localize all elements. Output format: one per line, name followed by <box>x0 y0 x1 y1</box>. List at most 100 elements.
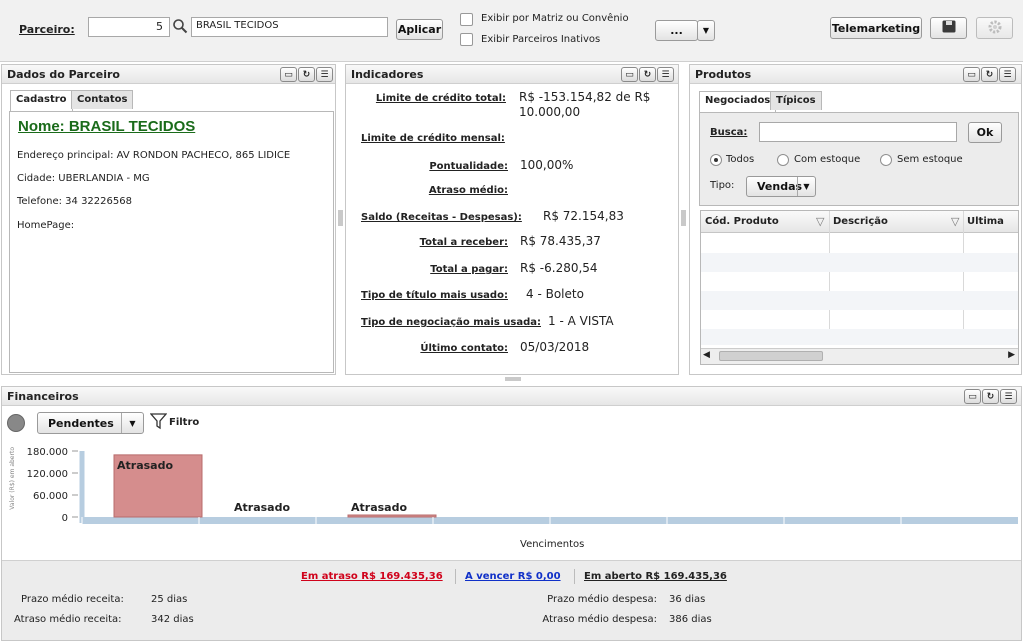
refresh-icon[interactable]: ↻ <box>981 67 998 82</box>
refresh-icon[interactable]: ↻ <box>298 67 315 82</box>
limite-total-value: R$ -153.154,82 de R$ 10.000,00 <box>519 90 651 119</box>
y-tick-label: 120.000 <box>27 469 68 480</box>
tab-cadastro[interactable]: Cadastro <box>10 90 73 111</box>
settings-button[interactable] <box>976 17 1013 39</box>
scroll-left-icon[interactable]: ◀ <box>703 350 710 360</box>
limite-mensal-label: Limite de crédito mensal: <box>361 133 505 144</box>
tipo-titulo-value: 4 - Boleto <box>526 287 584 301</box>
financeiros-summary: Em atraso R$ 169.435,36 A vencer R$ 0,00… <box>2 560 1021 640</box>
scrollbar-thumb[interactable] <box>719 351 823 361</box>
cidade: Cidade: UBERLANDIA - MG <box>17 173 150 184</box>
bar <box>347 514 437 518</box>
cadastro-content: Nome: BRASIL TECIDOS Endereço principal:… <box>9 111 334 373</box>
radio-sem-estoque-label: Sem estoque <box>897 154 963 165</box>
splitter-handle[interactable] <box>681 210 686 226</box>
busca-input[interactable] <box>759 122 957 142</box>
list-icon[interactable]: ☰ <box>999 67 1016 82</box>
tipo-label: Tipo: <box>710 180 735 191</box>
table-row <box>701 253 1018 272</box>
radio-sem-estoque[interactable] <box>880 154 892 166</box>
parceiro-name-input[interactable]: BRASIL TECIDOS <box>191 17 388 37</box>
parceiro-code-input[interactable]: 5 <box>88 17 170 37</box>
financeiros-chart: 180.000 120.000 60.000 0 Atrasado Atrasado Atr… <box>27 447 1018 524</box>
atraso-receita-label: Atraso médio receita: <box>14 614 122 625</box>
homepage: HomePage: <box>17 220 75 231</box>
horizontal-scrollbar[interactable]: ◀ ▶ <box>701 348 1018 364</box>
tipo-negociacao-label: Tipo de negociação mais usada: <box>361 317 541 328</box>
table-row <box>701 329 1018 345</box>
busca-label: Busca: <box>710 127 748 138</box>
tipo-select[interactable]: Vendas ▼ <box>746 176 816 197</box>
radio-todos[interactable] <box>710 154 722 166</box>
atraso-despesa-value: 386 dias <box>669 614 712 625</box>
minimize-icon[interactable]: ▭ <box>621 67 638 82</box>
aplicar-button[interactable]: Aplicar <box>396 19 443 40</box>
y-tick-label: 60.000 <box>33 491 68 502</box>
y-tick-label: 0 <box>62 513 68 524</box>
produtos-grid: Cód. Produto ▽ Descrição ▽ Ultima ◀ ▶ <box>700 210 1019 365</box>
pendentes-select[interactable]: Pendentes ▼ <box>37 412 144 434</box>
bar-data-label: Atrasado <box>234 501 290 514</box>
inativos-label: Exibir Parceiros Inativos <box>481 34 601 45</box>
pendentes-select-value: Pendentes <box>48 416 114 430</box>
scroll-right-icon[interactable]: ▶ <box>1008 350 1015 360</box>
total-receber-label: Total a receber: <box>419 237 508 248</box>
list-icon[interactable]: ☰ <box>1000 389 1017 404</box>
financeiros-panel: Financeiros ▭ ↻ ☰ Pendentes ▼ Filtro 180… <box>1 386 1022 641</box>
minimize-icon[interactable]: ▭ <box>964 389 981 404</box>
radio-todos-label: Todos <box>726 154 755 165</box>
chevron-down-icon: ▼ <box>702 26 710 35</box>
splitter-handle[interactable] <box>505 377 521 381</box>
prazo-receita-value: 25 dias <box>151 594 188 605</box>
ok-button[interactable]: Ok <box>968 122 1002 143</box>
a-vencer-link[interactable]: A vencer R$ 0,00 <box>465 571 561 582</box>
produtos-panel: Produtos ▭ ↻ ☰ Negociados Típicos Busca:… <box>689 64 1022 375</box>
nome-parceiro[interactable]: Nome: BRASIL TECIDOS <box>18 118 195 135</box>
y-tick-label: 180.000 <box>27 447 68 458</box>
tipo-negociacao-value: 1 - A VISTA <box>548 314 614 328</box>
matriz-checkbox[interactable] <box>460 13 473 26</box>
pontualidade-label: Pontualidade: <box>429 161 508 172</box>
prazo-despesa-label: Prazo médio despesa: <box>547 594 657 605</box>
tipo-titulo-label: Tipo de título mais usado: <box>361 290 508 301</box>
refresh-icon[interactable]: ↻ <box>639 67 656 82</box>
ultimo-contato-label: Último contato: <box>420 343 508 354</box>
refresh-icon[interactable]: ↻ <box>982 389 999 404</box>
save-button[interactable] <box>930 17 967 39</box>
radio-com-estoque[interactable] <box>777 154 789 166</box>
telefone: Telefone: 34 32226568 <box>17 196 132 207</box>
em-atraso-link[interactable]: Em atraso R$ 169.435,36 <box>301 571 443 582</box>
save-icon <box>942 20 956 36</box>
list-icon[interactable]: ☰ <box>316 67 333 82</box>
indicadores-panel: Indicadores ▭ ↻ ☰ Limite de crédito tota… <box>345 64 679 375</box>
toolbar: Parceiro: 5 BRASIL TECIDOS Aplicar Exibi… <box>0 0 1023 62</box>
tab-tipicos[interactable]: Típicos <box>770 91 822 110</box>
tab-contatos[interactable]: Contatos <box>71 90 134 109</box>
pontualidade-value: 100,00% <box>520 158 574 172</box>
em-aberto-link[interactable]: Em aberto R$ 169.435,36 <box>584 571 727 582</box>
atraso-medio-label: Atraso médio: <box>428 185 508 196</box>
search-icon[interactable] <box>172 18 188 37</box>
splitter-handle[interactable] <box>338 210 343 226</box>
telemarketing-button[interactable]: Telemarketing <box>830 17 922 39</box>
filtro-button[interactable]: Filtro <box>169 417 199 428</box>
chevron-down-icon: ▼ <box>121 413 143 433</box>
col-ultima[interactable]: Ultima <box>967 216 1004 227</box>
endereco: Endereço principal: AV RONDON PACHECO, 8… <box>17 150 291 161</box>
minimize-icon[interactable]: ▭ <box>963 67 980 82</box>
tab-negociados[interactable]: Negociados <box>699 91 777 112</box>
more-dropdown-button[interactable]: ▼ <box>697 20 715 41</box>
inativos-checkbox[interactable] <box>460 33 473 46</box>
saldo-value: R$ 72.154,83 <box>543 209 624 223</box>
atraso-despesa-label: Atraso médio despesa: <box>542 614 657 625</box>
limite-total-label: Limite de crédito total: <box>375 93 506 104</box>
total-pagar-value: R$ -6.280,54 <box>520 261 598 275</box>
ultimo-contato-value: 05/03/2018 <box>520 340 590 354</box>
filter-icon[interactable] <box>149 412 168 433</box>
more-button[interactable]: ... <box>655 20 698 41</box>
dados-parceiro-title: Dados do Parceiro <box>7 68 120 81</box>
grid-column-divider <box>701 211 964 345</box>
list-icon[interactable]: ☰ <box>657 67 674 82</box>
chart-toggle-icon[interactable] <box>7 414 25 432</box>
minimize-icon[interactable]: ▭ <box>280 67 297 82</box>
